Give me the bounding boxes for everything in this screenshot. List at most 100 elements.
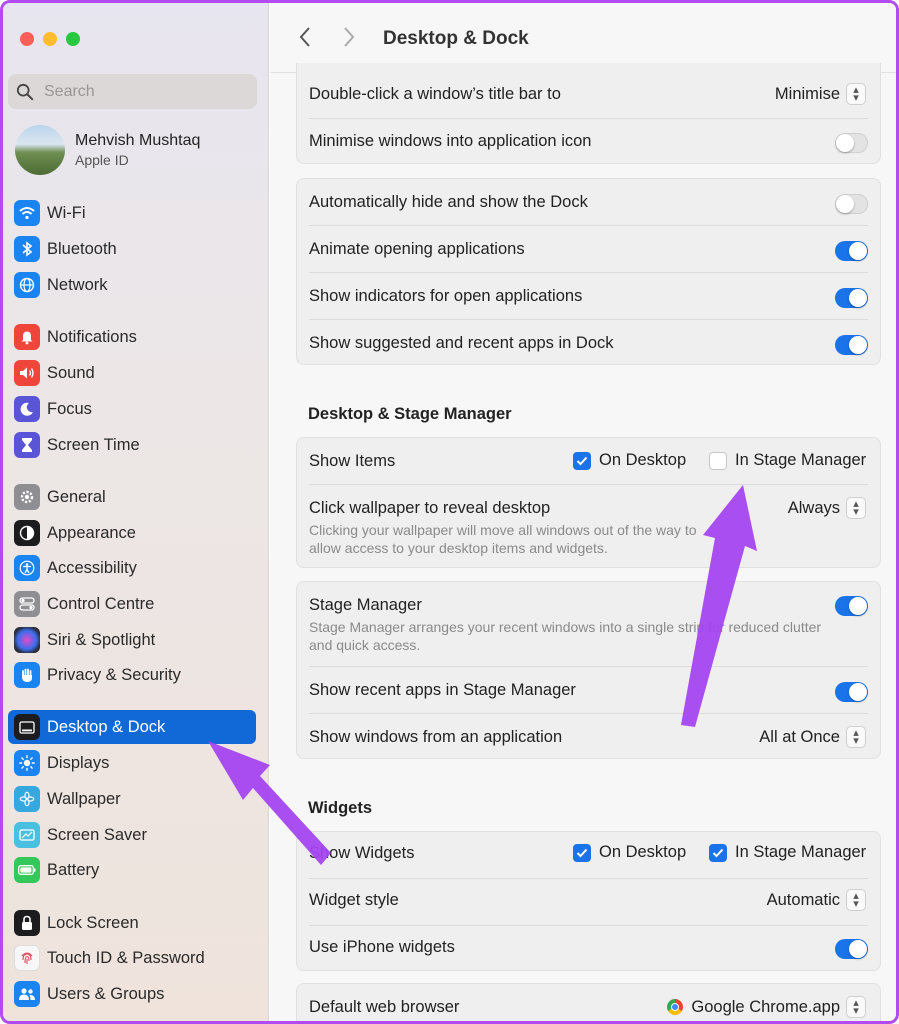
dock-title-bar-group: Double-click a window’s title bar to Min… [296,63,881,164]
sidebar-item-label: Desktop & Dock [47,717,166,736]
show-items-desktop-checkbox[interactable]: On Desktop [573,451,686,470]
checkbox-label: In Stage Manager [735,451,867,469]
animate-toggle[interactable] [835,241,868,261]
sidebar-item-displays[interactable]: Displays [8,746,256,780]
sidebar-item-label: General [47,487,106,506]
stage-manager-row: Stage Manager Stage Manager arranges you… [297,594,880,660]
sidebar-item-wallpaper[interactable]: Wallpaper [8,782,256,816]
screen-saver-icon [14,822,40,848]
show-widgets-stage-checkbox[interactable]: In Stage Manager [709,843,866,862]
sidebar-item-screen-time[interactable]: Screen Time [8,428,256,462]
windows-from-app-row: Show windows from an application All at … [297,726,880,752]
show-widgets-row: Show Widgets On Desktop In Stage Manager [297,842,880,868]
sidebar-item-wifi[interactable]: Wi-Fi [8,196,256,230]
page-title: Desktop & Dock [383,28,529,49]
bluetooth-icon [14,236,40,262]
zoom-button[interactable] [66,32,80,46]
sidebar-item-siri-spotlight[interactable]: Siri & Spotlight [8,623,256,657]
minimise-label: Minimise windows into application icon [309,132,592,150]
sidebar-item-desktop-dock[interactable]: Desktop & Dock [8,710,256,744]
show-widgets-desktop-checkbox[interactable]: On Desktop [573,843,686,862]
sidebar-item-label: Network [47,275,108,294]
iphone-widgets-row: Use iPhone widgets [297,936,880,962]
sidebar-item-general[interactable]: General [8,480,256,514]
show-items-stage-checkbox[interactable]: In Stage Manager [709,451,866,470]
sun-icon [14,750,40,776]
default-browser-select[interactable]: Google Chrome.app ▴ ▾ [667,996,866,1018]
sidebar-item-label: Battery [47,860,100,879]
animate-label: Animate opening applications [309,240,525,258]
sidebar-item-notifications[interactable]: Notifications [8,320,256,354]
indicators-label: Show indicators for open applications [309,287,583,305]
sidebar-item-focus[interactable]: Focus [8,392,256,426]
widget-style-value: Automatic [766,890,840,909]
checkmark-icon [709,843,727,862]
sidebar-item-network[interactable]: Network [8,268,256,302]
stage-manager-group: Stage Manager Stage Manager arranges you… [296,581,881,759]
apple-id-profile[interactable]: Mehvish Mushtaq Apple ID [15,125,200,175]
click-wallpaper-description: Clicking your wallpaper will move all wi… [309,522,697,556]
stage-manager-toggle[interactable] [835,596,868,616]
recent-apps-label: Show recent apps in Stage Manager [309,681,576,699]
double-click-select[interactable]: Minimise ▴ ▾ [775,83,866,105]
speaker-icon [14,360,40,386]
show-widgets-label: Show Widgets [309,844,415,862]
hand-icon [14,662,40,688]
dock-icon [14,714,40,740]
show-items-row: Show Items On Desktop In Stage Manager [297,450,880,476]
sidebar-item-battery[interactable]: Battery [8,853,256,887]
sidebar-item-touch-id[interactable]: Touch ID & Password [8,941,256,975]
sidebar-item-control-centre[interactable]: Control Centre [8,587,256,621]
sidebar-item-lock-screen[interactable]: Lock Screen [8,906,256,940]
auto-hide-label: Automatically hide and show the Dock [309,193,588,211]
iphone-widgets-toggle[interactable] [835,939,868,959]
search-input[interactable] [44,82,244,101]
sidebar-item-label: Wallpaper [47,789,121,808]
suggested-apps-toggle[interactable] [835,335,868,355]
sidebar-item-label: Lock Screen [47,913,139,932]
sidebar-item-label: Screen Saver [47,825,147,844]
gear-icon [14,484,40,510]
minimize-button[interactable] [43,32,57,46]
search-field[interactable] [8,74,257,109]
sidebar-item-label: Bluetooth [47,239,117,258]
settings-window: Mehvish Mushtaq Apple ID Wi-Fi Bluetooth [0,0,899,1024]
animate-row: Animate opening applications [297,238,880,264]
widget-style-select[interactable]: Automatic ▴ ▾ [767,889,866,911]
up-down-chevron-icon: ▴ ▾ [846,726,866,748]
wifi-icon [14,200,40,226]
windows-from-app-select[interactable]: All at Once ▴ ▾ [759,726,866,748]
control-centre-icon [14,591,40,617]
up-down-chevron-icon: ▴ ▾ [846,83,866,105]
sidebar-item-appearance[interactable]: Appearance [8,516,256,550]
bell-icon [14,324,40,350]
main-panel: Desktop & Dock Double-click a window’s t… [270,3,896,1021]
widget-style-label: Widget style [309,891,399,909]
moon-icon [14,396,40,422]
auto-hide-toggle[interactable] [835,194,868,214]
profile-subtitle: Apple ID [75,152,129,168]
checkbox-label: In Stage Manager [735,843,867,861]
close-button[interactable] [20,32,34,46]
sidebar-item-screen-saver[interactable]: Screen Saver [8,818,256,852]
indicators-toggle[interactable] [835,288,868,308]
widget-style-row: Widget style Automatic ▴ ▾ [297,889,880,915]
forward-chevron-icon[interactable] [342,24,356,55]
sidebar-item-label: Privacy & Security [47,665,181,684]
sidebar-item-bluetooth[interactable]: Bluetooth [8,232,256,266]
sidebar-item-users-groups[interactable]: Users & Groups [8,977,256,1011]
recent-apps-toggle[interactable] [835,682,868,702]
checkbox-label: On Desktop [599,843,687,861]
stage-manager-label: Stage Manager [309,596,422,614]
sidebar-item-sound[interactable]: Sound [8,356,256,390]
sidebar-item-label: Users & Groups [47,984,165,1003]
click-wallpaper-select[interactable]: Always ▴ ▾ [788,497,866,519]
sidebar-item-accessibility[interactable]: Accessibility [8,551,256,585]
sidebar-item-privacy-security[interactable]: Privacy & Security [8,658,256,692]
iphone-widgets-label: Use iPhone widgets [309,938,455,956]
double-click-value: Minimise [774,84,840,103]
back-chevron-icon[interactable] [298,24,312,55]
minimise-toggle[interactable] [835,133,868,153]
default-browser-row: Default web browser Google Chrome.app ▴ ▾ [297,996,880,1021]
checkmark-icon [573,843,591,862]
